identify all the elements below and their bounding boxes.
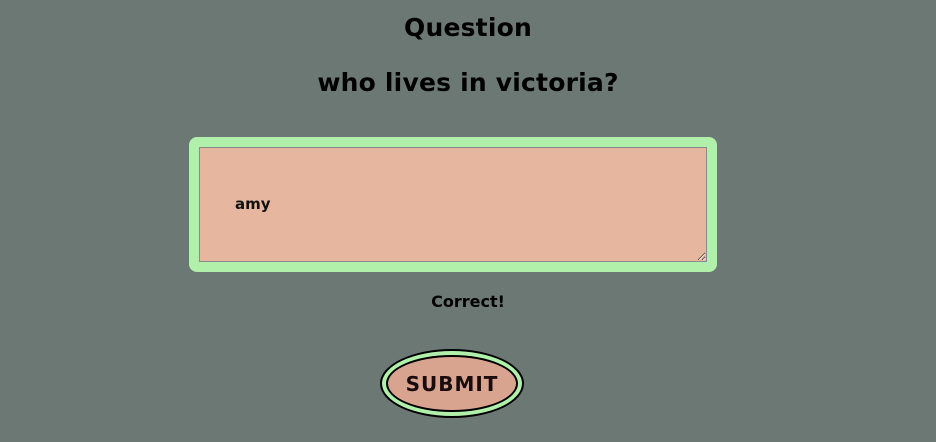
submit-button[interactable]: SUBMIT [380, 349, 524, 418]
answer-textarea[interactable]: amy [199, 147, 707, 262]
submit-button-label: SUBMIT [386, 355, 518, 412]
answer-field-frame: amy [189, 137, 717, 272]
quiz-heading: Question [404, 13, 532, 42]
question-text: who lives in victoria? [317, 68, 619, 97]
feedback-message: Correct! [431, 292, 505, 311]
